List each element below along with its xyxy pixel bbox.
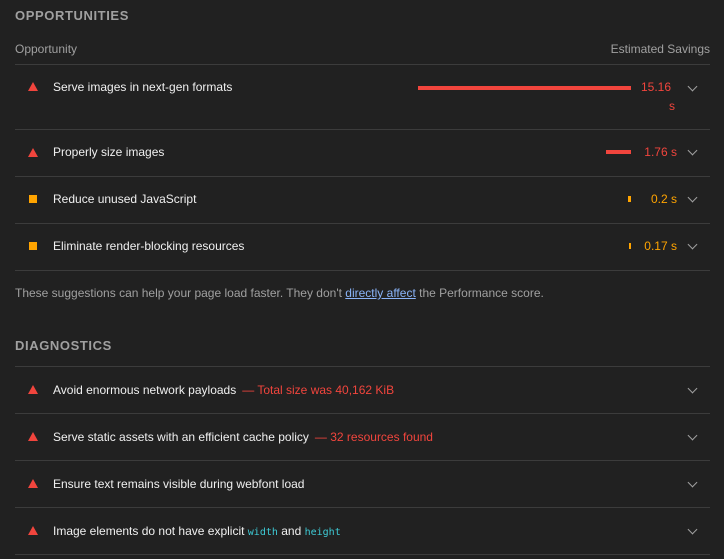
savings-unit: s xyxy=(669,99,675,113)
opportunities-note: These suggestions can help your page loa… xyxy=(15,286,544,300)
opportunity-column-header: Opportunity xyxy=(15,42,78,56)
directly-affect-link[interactable]: directly affect xyxy=(345,286,415,300)
square-average-icon xyxy=(29,195,37,203)
chevron-down-icon[interactable] xyxy=(687,81,698,92)
triangle-fail-icon xyxy=(28,526,38,535)
chevron-down-icon[interactable] xyxy=(687,430,698,441)
chevron-down-icon[interactable] xyxy=(687,524,698,535)
savings-bar xyxy=(628,196,631,202)
savings-bar xyxy=(418,86,631,90)
opportunities-title: OPPORTUNITIES xyxy=(15,8,129,23)
diagnostic-display-value: — Total size was 40,162 KiB xyxy=(242,383,395,397)
savings-value: 0.2 s xyxy=(650,192,677,206)
diagnostic-label: Serve static assets with an efficient ca… xyxy=(53,430,433,444)
savings-bar xyxy=(606,150,631,154)
opportunity-label: Properly size images xyxy=(53,145,165,159)
diagnostic-row-image-dimensions[interactable]: Image elements do not have explicit widt… xyxy=(15,508,710,554)
triangle-fail-icon xyxy=(28,479,38,488)
diagnostic-label: Avoid enormous network payloads — Total s… xyxy=(53,383,394,397)
savings-value: 0.17 s xyxy=(644,239,677,253)
savings-value: 1.76 s xyxy=(644,145,677,159)
triangle-fail-icon xyxy=(28,385,38,394)
diagnostic-row-webfont-load[interactable]: Ensure text remains visible during webfo… xyxy=(15,461,710,507)
opportunity-label: Serve images in next-gen formats xyxy=(53,80,233,94)
savings-value: 15.16 xyxy=(641,80,672,94)
chevron-down-icon[interactable] xyxy=(687,239,698,250)
opportunity-row-render-blocking[interactable]: Eliminate render-blocking resources 0.17… xyxy=(15,224,710,270)
diagnostic-row-cache-policy[interactable]: Serve static assets with an efficient ca… xyxy=(15,414,710,460)
triangle-fail-icon xyxy=(28,82,38,91)
diagnostic-display-value: — 32 resources found xyxy=(314,430,433,444)
triangle-fail-icon xyxy=(28,148,38,157)
divider xyxy=(15,554,710,555)
opportunity-label: Reduce unused JavaScript xyxy=(53,192,197,206)
opportunity-row-unused-javascript[interactable]: Reduce unused JavaScript 0.2 s xyxy=(15,177,710,223)
height-code: height xyxy=(304,527,341,538)
diagnostic-title: Serve static assets with an efficient ca… xyxy=(53,430,309,444)
diagnostic-row-network-payloads[interactable]: Avoid enormous network payloads — Total s… xyxy=(15,367,710,413)
diagnostic-title-mid: and xyxy=(277,524,305,538)
divider xyxy=(15,270,710,271)
chevron-down-icon[interactable] xyxy=(687,383,698,394)
opportunity-label: Eliminate render-blocking resources xyxy=(53,239,245,253)
estimated-savings-column-header: Estimated Savings xyxy=(610,42,710,56)
width-code: width xyxy=(247,527,278,538)
diagnostic-title-prefix: Image elements do not have explicit xyxy=(53,524,248,538)
savings-bar xyxy=(629,243,631,249)
note-text-prefix: These suggestions can help your page loa… xyxy=(15,286,346,300)
chevron-down-icon[interactable] xyxy=(687,477,698,488)
opportunity-row-properly-size-images[interactable]: Properly size images 1.76 s xyxy=(15,130,710,176)
diagnostic-label: Image elements do not have explicit widt… xyxy=(53,524,341,538)
diagnostic-title: Avoid enormous network payloads xyxy=(53,383,237,397)
lighthouse-audit-panel: OPPORTUNITIES Opportunity Estimated Savi… xyxy=(0,0,724,559)
diagnostic-label: Ensure text remains visible during webfo… xyxy=(53,477,305,491)
chevron-down-icon[interactable] xyxy=(687,145,698,156)
triangle-fail-icon xyxy=(28,432,38,441)
note-text-suffix: the Performance score. xyxy=(415,286,544,300)
diagnostics-title: DIAGNOSTICS xyxy=(15,338,112,353)
opportunity-row-next-gen-formats[interactable]: Serve images in next-gen formats 15.16 s xyxy=(15,65,710,129)
square-average-icon xyxy=(29,242,37,250)
chevron-down-icon[interactable] xyxy=(687,192,698,203)
